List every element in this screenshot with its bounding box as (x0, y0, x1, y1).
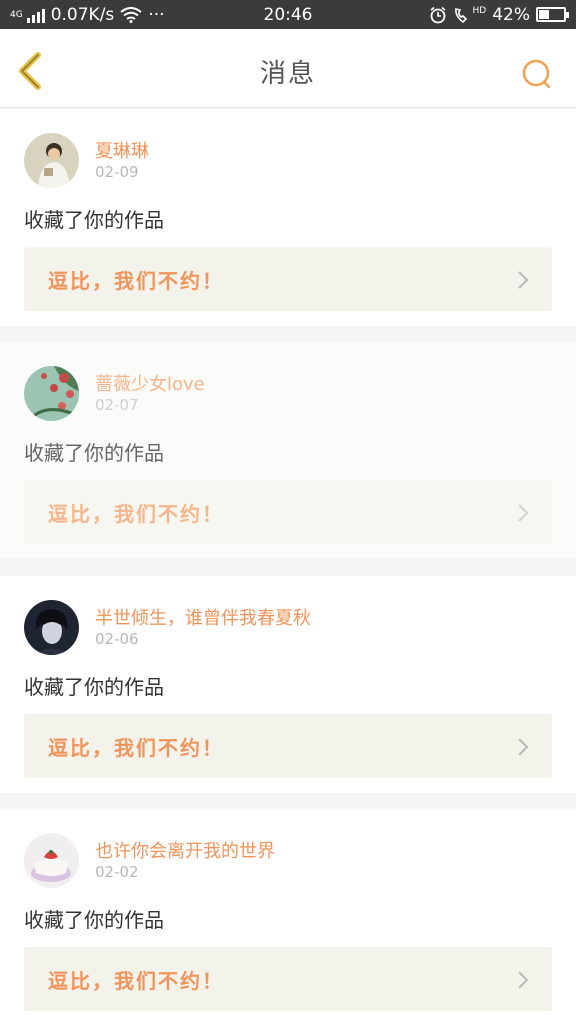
message-card: 蔷薇少女love 02-07 收藏了你的作品 逗比，我们不约！ (0, 342, 576, 559)
network-type-label: 4G (10, 9, 23, 20)
avatar[interactable] (24, 366, 79, 421)
username[interactable]: 半世倾生，谁曾伴我春夏秋 (95, 604, 311, 630)
action-text: 收藏了你的作品 (24, 908, 164, 932)
boy-photo-icon (24, 133, 79, 188)
avatar[interactable] (24, 600, 79, 655)
action-text: 收藏了你的作品 (24, 441, 164, 465)
alarm-icon (429, 6, 446, 23)
work-title: 逗比，我们不约！ (48, 502, 224, 526)
more-dots: ··· (148, 4, 165, 25)
search-icon[interactable] (520, 57, 554, 91)
message-card: 夏琳琳 02-09 收藏了你的作品 逗比，我们不约！ (0, 109, 576, 326)
work-link[interactable]: 逗比，我们不约！ (24, 714, 552, 778)
work-title: 逗比，我们不约！ (48, 969, 224, 993)
work-link[interactable]: 逗比，我们不约！ (24, 247, 552, 311)
cake-photo-icon (24, 833, 79, 888)
page-title: 消息 (259, 59, 316, 89)
message-date: 02-09 (95, 163, 139, 181)
avatar[interactable] (24, 133, 79, 188)
username[interactable]: 也许你会离开我的世界 (95, 837, 275, 863)
chevron-right-icon (518, 504, 529, 522)
battery-percent: 42% (492, 4, 530, 25)
action-text: 收藏了你的作品 (24, 208, 164, 232)
battery-level (539, 10, 550, 19)
chevron-right-icon (518, 271, 529, 289)
message-card: 也许你会离开我的世界 02-02 收藏了你的作品 逗比，我们不约！ (0, 809, 576, 1024)
battery-icon (536, 7, 569, 22)
message-card: 半世倾生，谁曾伴我春夏秋 02-06 收藏了你的作品 逗比，我们不约！ (0, 576, 576, 793)
rose-photo-icon (24, 366, 79, 421)
work-link[interactable]: 逗比，我们不约！ (24, 480, 552, 544)
message-date: 02-06 (95, 630, 139, 648)
status-left: 4G 0.07K/s ··· (10, 5, 165, 25)
hd-label: HD (472, 5, 487, 16)
nav-bar: 消息 (0, 29, 576, 108)
message-date: 02-02 (95, 863, 139, 881)
chevron-right-icon (518, 971, 529, 989)
avatar[interactable] (24, 833, 79, 888)
net-speed: 0.07K/s (50, 4, 115, 25)
action-text: 收藏了你的作品 (24, 675, 164, 699)
phone-hd-icon (454, 7, 467, 23)
username[interactable]: 夏琳琳 (95, 137, 149, 163)
signal-icon (26, 7, 45, 23)
dark-portrait-icon (24, 600, 79, 655)
work-title: 逗比，我们不约！ (48, 269, 224, 293)
message-date: 02-07 (95, 396, 139, 414)
work-title: 逗比，我们不约！ (48, 736, 224, 760)
username[interactable]: 蔷薇少女love (95, 370, 205, 396)
work-link[interactable]: 逗比，我们不约！ (24, 947, 552, 1011)
status-bar: 4G 0.07K/s ··· 20:46 HD 42% (0, 0, 576, 29)
status-right: HD 42% (429, 4, 569, 25)
wifi-icon (120, 6, 142, 23)
chevron-right-icon (518, 738, 529, 756)
